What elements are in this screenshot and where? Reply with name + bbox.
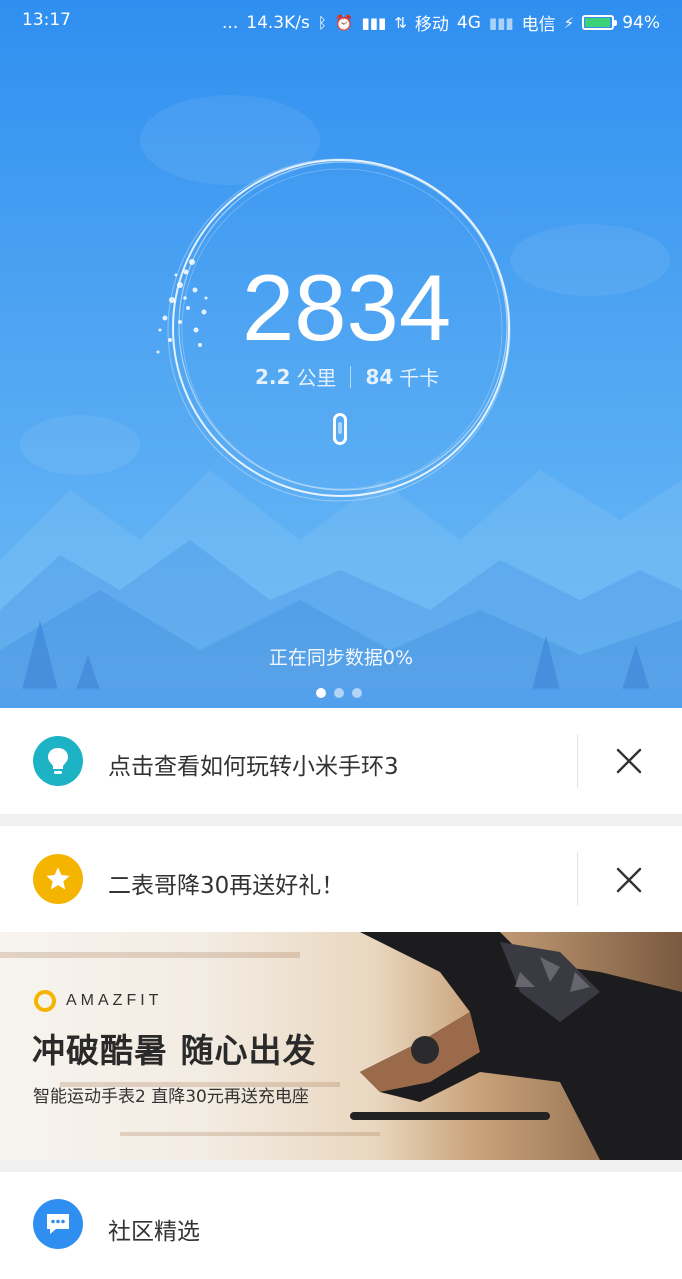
tip-text: 点击查看如何玩转小米手环3 (108, 754, 399, 780)
hero-panel[interactable]: 13:17 ... 14.3K/s ᛒ ⏰ ▮▮▮ ⇅ 移动 4G ▮▮▮ 电信… (0, 0, 682, 708)
status-time: 13:17 (22, 10, 71, 30)
distance-unit: 公里 (296, 366, 337, 390)
carrier-2: 电信 (521, 15, 556, 35)
charging-icon: ⚡ (563, 13, 575, 32)
page-dot[interactable] (334, 688, 344, 698)
page-dot[interactable] (316, 688, 326, 698)
network-speed: 14.3K/s (246, 12, 310, 33)
band-icon[interactable] (333, 413, 347, 445)
star-icon (33, 854, 83, 904)
distance-value: 2.2 (255, 364, 291, 389)
status-indicators: ... 14.3K/s ᛒ ⏰ ▮▮▮ ⇅ 移动 4G ▮▮▮ 电信 ⚡ 94% (222, 10, 660, 36)
banner-subtitle: 智能运动手表2 直降30元再送充电座 (33, 1087, 309, 1107)
battery-icon (582, 15, 618, 30)
status-bar: 13:17 ... 14.3K/s ᛒ ⏰ ▮▮▮ ⇅ 移动 4G ▮▮▮ 电信… (0, 0, 682, 42)
sub-stats: 2.2 公里 84 千卡 (255, 362, 439, 391)
signal-2-icon: ▮▮▮ (488, 13, 514, 32)
banner-title: 冲破酷暑 随心出发 (32, 1031, 317, 1070)
battery-percent: 94% (622, 12, 660, 33)
bluetooth-icon: ᛒ (317, 13, 327, 32)
tip-card[interactable]: 点击查看如何玩转小米手环3 (0, 708, 682, 814)
signal-icon: ▮▮▮ (361, 13, 387, 32)
brand-name: AMAZFIT (66, 992, 163, 1009)
status-dots: ... (222, 12, 239, 33)
page-dot[interactable] (352, 688, 362, 698)
close-icon[interactable] (606, 857, 652, 903)
data-transfer-icon: ⇅ (394, 13, 407, 32)
step-count: 2834 (242, 255, 452, 360)
battery-fill (585, 18, 610, 27)
close-icon[interactable] (606, 738, 652, 784)
community-row[interactable]: 社区精选 (0, 1172, 682, 1279)
chat-bubble-icon (33, 1199, 83, 1249)
promo-text: 二表哥降30再送好礼！ (108, 873, 345, 899)
brand-label: AMAZFIT (34, 990, 162, 1012)
alarm-icon: ⏰ (334, 13, 354, 32)
calories-unit: 千卡 (399, 366, 440, 390)
page-indicator (316, 688, 362, 698)
divider (577, 852, 578, 906)
community-label: 社区精选 (108, 1219, 200, 1245)
sync-status: 正在同步数据0% (268, 647, 414, 669)
lightbulb-icon (33, 736, 83, 786)
divider (577, 734, 578, 788)
network-type: 4G (456, 12, 481, 33)
stats-divider (350, 365, 352, 388)
amazfit-logo (34, 990, 56, 1012)
carrier-1: 移动 (414, 15, 449, 35)
calories-value: 84 (365, 364, 394, 389)
